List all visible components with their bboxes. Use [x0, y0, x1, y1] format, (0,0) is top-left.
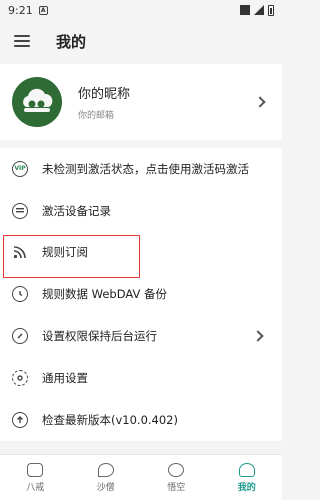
list-item-rule-subscription[interactable]: 规则订阅 [0, 232, 282, 274]
app-bar: 我的 [0, 20, 282, 62]
history-icon [12, 286, 28, 303]
list-item-label: 规则数据 WebDAV 备份 [42, 287, 168, 302]
list-item-webdav-backup[interactable]: 规则数据 WebDAV 备份 [0, 273, 282, 315]
power-icon [12, 328, 28, 345]
list-item-label: 设置权限保持后台运行 [42, 329, 157, 344]
hamburger-menu-icon[interactable] [14, 35, 30, 47]
status-bar: 9:21 A [0, 0, 282, 20]
battery-icon [268, 4, 274, 16]
tab-mine[interactable]: 我的 [212, 455, 283, 500]
list-item-background-permission[interactable]: 设置权限保持后台运行 [0, 315, 282, 357]
nickname: 你的昵称 [78, 87, 131, 102]
list-item-label: 未检测到激活状态，点击使用激活码激活 [42, 161, 249, 176]
tab-shaseng[interactable]: 沙僧 [71, 455, 142, 500]
status-icons [240, 4, 274, 16]
person-icon [238, 462, 255, 477]
cloud-logo-icon [23, 88, 53, 112]
tab-label: 悟空 [167, 482, 186, 493]
tab-wukong[interactable]: 悟空 [141, 455, 212, 500]
gear-icon [12, 369, 28, 386]
signal-icon [254, 5, 264, 15]
email-label: 你的邮箱 [78, 111, 115, 121]
vip-icon: VIP [12, 160, 28, 177]
list-item-check-update[interactable]: 检查最新版本(v10.0.402) [0, 399, 282, 441]
tab-label: 我的 [237, 482, 256, 493]
rss-icon [12, 244, 28, 260]
page-title: 我的 [56, 32, 87, 51]
chevron-right-icon [254, 96, 266, 108]
monkey-icon [168, 462, 185, 477]
list-icon [12, 202, 28, 219]
chevron-right-icon [252, 330, 264, 342]
list-item-label: 激活设备记录 [42, 203, 111, 218]
tab-label: 沙僧 [96, 482, 115, 493]
list-item-general-settings[interactable]: 通用设置 [0, 357, 282, 399]
profile-card[interactable]: 你的昵称 你的邮箱 [0, 64, 282, 140]
tab-label: 八戒 [26, 482, 45, 493]
tab-bajie[interactable]: 八戒 [0, 455, 71, 500]
tag-icon [27, 462, 44, 477]
avatar[interactable] [12, 77, 62, 127]
list-item-label: 规则订阅 [42, 245, 88, 260]
upgrade-icon [12, 411, 28, 428]
list-item-device-records[interactable]: 激活设备记录 [0, 190, 282, 232]
list-item-label: 通用设置 [42, 370, 88, 385]
leaf-icon [97, 462, 114, 477]
status-time: 9:21 [8, 3, 33, 17]
list-item-label: 检查最新版本(v10.0.402) [42, 412, 178, 427]
wifi-icon [240, 5, 250, 15]
list-item-activation[interactable]: VIP 未检测到激活状态，点击使用激活码激活 [0, 148, 282, 190]
settings-list: VIP 未检测到激活状态，点击使用激活码激活 激活设备记录 规则订阅 规则数据 … [0, 148, 282, 441]
notification-icon: A [38, 5, 48, 15]
profile-text: 你的昵称 你的邮箱 [78, 83, 130, 121]
bottom-tab-bar: 八戒 沙僧 悟空 我的 [0, 454, 282, 500]
